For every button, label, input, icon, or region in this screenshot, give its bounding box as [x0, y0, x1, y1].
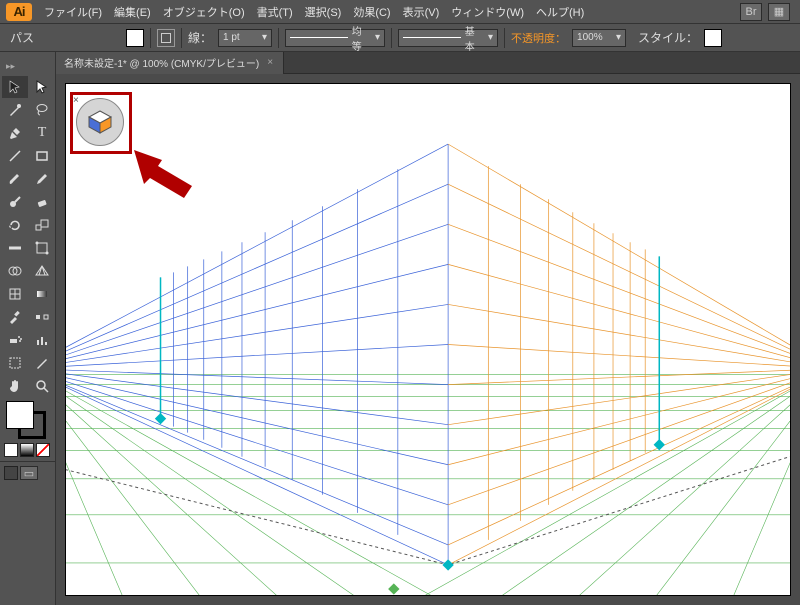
widget-close-icon[interactable]: ×	[73, 95, 83, 105]
stroke-weight-value: 1 pt	[223, 32, 240, 43]
tab-title: 名称未設定-1* @ 100% (CMYK/プレビュー)	[64, 55, 259, 70]
tool-blend[interactable]	[29, 306, 55, 328]
canvas[interactable]: ×	[56, 74, 800, 605]
tool-eraser[interactable]	[29, 191, 55, 213]
chevron-down-icon: ▾	[262, 32, 267, 43]
tool-artboard[interactable]	[2, 352, 28, 374]
menu-help[interactable]: ヘルプ(H)	[530, 4, 590, 20]
tool-hand[interactable]	[2, 375, 28, 397]
tool-paintbrush[interactable]	[2, 168, 28, 190]
tool-slice[interactable]	[29, 352, 55, 374]
opacity-value: 100%	[577, 32, 603, 43]
tool-rotate[interactable]	[2, 214, 28, 236]
menu-effect[interactable]: 効果(C)	[347, 4, 396, 20]
tool-shape-builder[interactable]	[2, 260, 28, 282]
tools-panel: ▸▸ T ▭	[0, 52, 56, 605]
opacity-label: 不透明度：	[511, 30, 566, 46]
tool-free-transform[interactable]	[29, 237, 55, 259]
style-swatch[interactable]	[704, 29, 722, 47]
menu-edit[interactable]: 編集(E)	[108, 4, 157, 20]
stroke-swatch[interactable]	[157, 29, 175, 47]
fill-swatch[interactable]	[126, 29, 144, 47]
tool-column-graph[interactable]	[29, 329, 55, 351]
menu-bar: Ai ファイル(F) 編集(E) オブジェクト(O) 書式(T) 選択(S) 効…	[0, 0, 800, 24]
selection-indicator: パス	[10, 29, 34, 46]
chevron-down-icon: ▾	[616, 32, 621, 43]
menu-file[interactable]: ファイル(F)	[38, 4, 108, 20]
tool-type[interactable]: T	[29, 122, 55, 144]
annotation-arrow	[134, 150, 204, 200]
tab-close-icon[interactable]: ×	[267, 57, 273, 68]
opacity-dropdown[interactable]: 100% ▾	[572, 29, 626, 47]
screen-mode-toggle[interactable]: ▭	[20, 466, 38, 480]
menu-object[interactable]: オブジェクト(O)	[157, 4, 251, 20]
fill-color[interactable]	[6, 401, 34, 429]
stroke-label: 線：	[188, 29, 212, 46]
perspective-plane-widget[interactable]: ×	[76, 98, 124, 146]
app-icon: Ai	[6, 3, 32, 21]
tool-zoom[interactable]	[29, 375, 55, 397]
tool-pen[interactable]	[2, 122, 28, 144]
stroke-profile-dropdown[interactable]: 均等 ▾	[285, 29, 385, 47]
menu-window[interactable]: ウィンドウ(W)	[445, 4, 530, 20]
tool-magic-wand[interactable]	[2, 99, 28, 121]
color-mode-none[interactable]	[36, 443, 50, 457]
menu-type[interactable]: 書式(T)	[251, 4, 299, 20]
tool-lasso[interactable]	[29, 99, 55, 121]
document-area: 名称未設定-1* @ 100% (CMYK/プレビュー) ×	[56, 52, 800, 605]
tool-selection[interactable]	[2, 76, 28, 98]
stroke-profile-label: 均等	[352, 23, 371, 53]
tab-strip: 名称未設定-1* @ 100% (CMYK/プレビュー) ×	[56, 52, 800, 74]
style-label: スタイル：	[638, 29, 698, 46]
stroke-weight-dropdown[interactable]: 1 pt ▾	[218, 29, 272, 47]
chevron-down-icon: ▾	[488, 32, 493, 43]
brush-label: 基本	[465, 23, 484, 53]
menu-select[interactable]: 選択(S)	[299, 4, 348, 20]
document-tab[interactable]: 名称未設定-1* @ 100% (CMYK/プレビュー) ×	[56, 52, 284, 74]
tool-direct-selection[interactable]	[29, 76, 55, 98]
tools-collapse[interactable]: ▸▸	[0, 58, 55, 74]
cube-icon	[87, 109, 113, 135]
color-proxy[interactable]	[0, 399, 55, 441]
brush-dropdown[interactable]: 基本 ▾	[398, 29, 498, 47]
tool-width[interactable]	[2, 237, 28, 259]
tool-perspective-grid[interactable]	[29, 260, 55, 282]
menu-view[interactable]: 表示(V)	[397, 4, 446, 20]
tool-mesh[interactable]	[2, 283, 28, 305]
tool-symbol-sprayer[interactable]	[2, 329, 28, 351]
arrange-button[interactable]: ▦	[768, 3, 790, 21]
bridge-button[interactable]: Br	[740, 3, 762, 21]
color-mode-fill[interactable]	[4, 443, 18, 457]
tool-line[interactable]	[2, 145, 28, 167]
tool-scale[interactable]	[29, 214, 55, 236]
screen-mode-normal[interactable]	[4, 466, 18, 480]
workspace: ▸▸ T ▭ 名称未設定-1* @ 100% (CMYK/プレビュー) ×	[0, 52, 800, 605]
tool-pencil[interactable]	[29, 168, 55, 190]
tool-blob-brush[interactable]	[2, 191, 28, 213]
chevron-down-icon: ▾	[375, 32, 380, 43]
tool-eyedropper[interactable]	[2, 306, 28, 328]
tool-gradient[interactable]	[29, 283, 55, 305]
tool-rectangle[interactable]	[29, 145, 55, 167]
control-bar: パス 線： 1 pt ▾ 均等 ▾ 基本 ▾ 不透明度： 100% ▾ スタイル…	[0, 24, 800, 52]
color-mode-gradient[interactable]	[20, 443, 34, 457]
